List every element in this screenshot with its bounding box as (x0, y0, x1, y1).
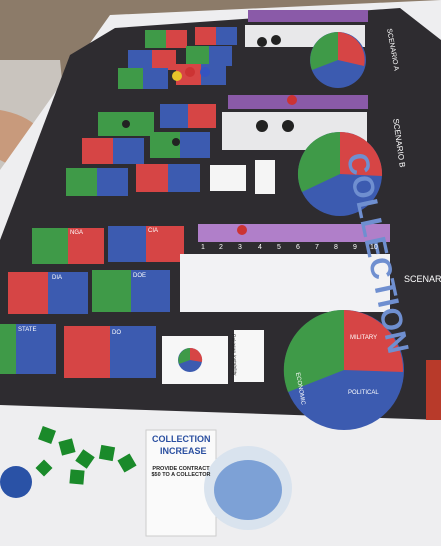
region-label-nga: NGA (70, 230, 84, 236)
region-label-dia: DIA (52, 275, 63, 281)
track-c-number-9: 9 (353, 244, 357, 251)
track-c-number-6: 6 (296, 244, 300, 251)
track-c-number-3: 3 (238, 244, 242, 251)
track-b (228, 95, 368, 109)
badge-token (0, 466, 32, 498)
region-label-doe: DOE (133, 273, 147, 279)
event-card-b (210, 165, 246, 191)
info-card-b (255, 160, 275, 194)
track-c-number-7: 7 (315, 244, 319, 251)
card-body: PROVIDE CONTRACT $50 TO A COLLECTOR (151, 466, 211, 478)
region-label-state: STATE (18, 327, 37, 333)
track-c-number-5: 5 (277, 244, 281, 251)
scenario-c-label: SCENARIO C (404, 274, 441, 284)
card-title-1: COLLECTION (152, 434, 211, 444)
pie-label-military: MILITARY (350, 335, 378, 341)
pie-label-political: POLITICAL (348, 390, 379, 396)
region-label-cia: CIA (148, 228, 159, 234)
info-card-c (234, 330, 264, 382)
red-item (426, 360, 441, 420)
track-c-number-8: 8 (334, 244, 338, 251)
track-a (248, 10, 368, 22)
track-c-number-1: 1 (201, 244, 205, 251)
track-c-number-10: 10 (370, 244, 378, 251)
track-c-number-2: 2 (219, 244, 223, 251)
track-c-number-4: 4 (258, 244, 262, 251)
tile-area-c (180, 254, 390, 312)
region-label-do: DO (112, 330, 121, 336)
card-title-2: INCREASE (160, 446, 207, 456)
